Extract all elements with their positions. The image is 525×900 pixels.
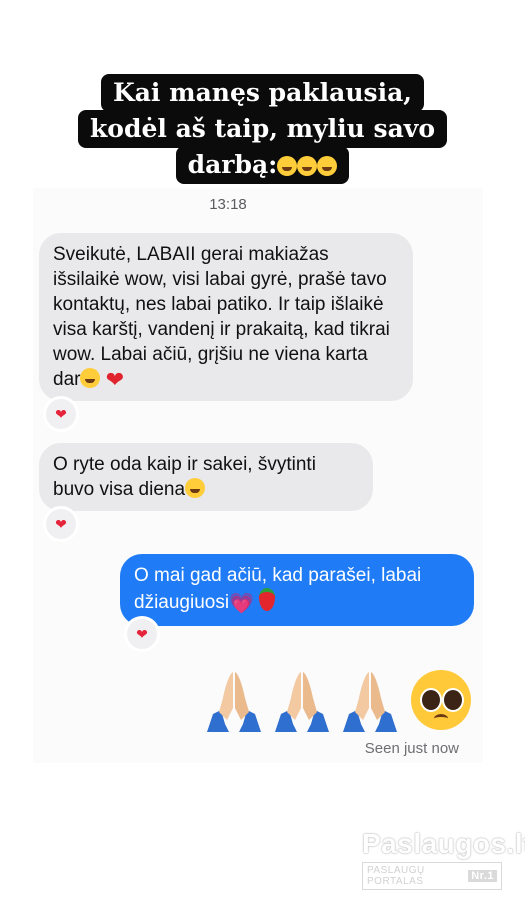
incoming-message-2[interactable]: O ryte oda kaip ir sakei, švytinti buvo …	[39, 443, 373, 511]
strawberry-icon	[259, 588, 276, 611]
hand-over-mouth-icon	[297, 156, 318, 176]
heart-reaction-icon[interactable]: ❤	[124, 616, 160, 652]
folded-hands-icon	[339, 668, 401, 732]
emoji-message[interactable]	[203, 668, 471, 732]
pleading-face-icon	[411, 670, 471, 730]
hand-over-mouth-icon	[317, 156, 338, 176]
story-caption: Kai manęs paklausia, kodėl aš taip, myli…	[0, 74, 525, 184]
watermark-subtitle: PASLAUGŲ PORTALAS Nr.1	[362, 862, 502, 890]
message-text: O mai gad ačiū, kad parašei, labai džiau…	[134, 565, 422, 613]
watermark-title: Paslaugos.lt	[362, 828, 525, 859]
outgoing-message-1[interactable]: O mai gad ačiū, kad parašei, labai džiau…	[120, 554, 474, 626]
caption-line-3: darbą:	[175, 146, 350, 184]
seen-status: Seen just now	[364, 740, 459, 757]
folded-hands-icon	[271, 668, 333, 732]
heart-reaction-icon[interactable]: ❤	[43, 506, 79, 542]
folded-hands-icon	[203, 668, 265, 732]
red-heart-icon: ❤	[105, 367, 125, 392]
hand-over-mouth-icon	[277, 156, 298, 176]
incoming-message-1[interactable]: Sveikutė, LABAII gerai makiažas išsilaik…	[39, 233, 413, 401]
grinning-sweat-icon	[80, 368, 101, 388]
message-timestamp: 13:18	[209, 196, 247, 213]
caption-line-1: Kai manęs paklausia,	[101, 74, 424, 112]
heart-reaction-icon[interactable]: ❤	[43, 396, 79, 432]
watermark-logo: Paslaugos.lt PASLAUGŲ PORTALAS Nr.1	[362, 828, 525, 890]
message-text: Sveikutė, LABAII gerai makiažas išsilaik…	[53, 244, 390, 390]
sparkling-heart-icon: 💗	[229, 593, 254, 615]
caption-line-2: kodėl aš taip, myliu savo	[77, 110, 448, 148]
chat-screenshot: 13:18 Sveikutė, LABAII gerai makiažas iš…	[33, 188, 483, 763]
message-text: O ryte oda kaip ir sakei, švytinti buvo …	[53, 454, 316, 500]
grinning-sweat-icon	[185, 478, 206, 498]
watermark-badge: Nr.1	[468, 870, 497, 882]
